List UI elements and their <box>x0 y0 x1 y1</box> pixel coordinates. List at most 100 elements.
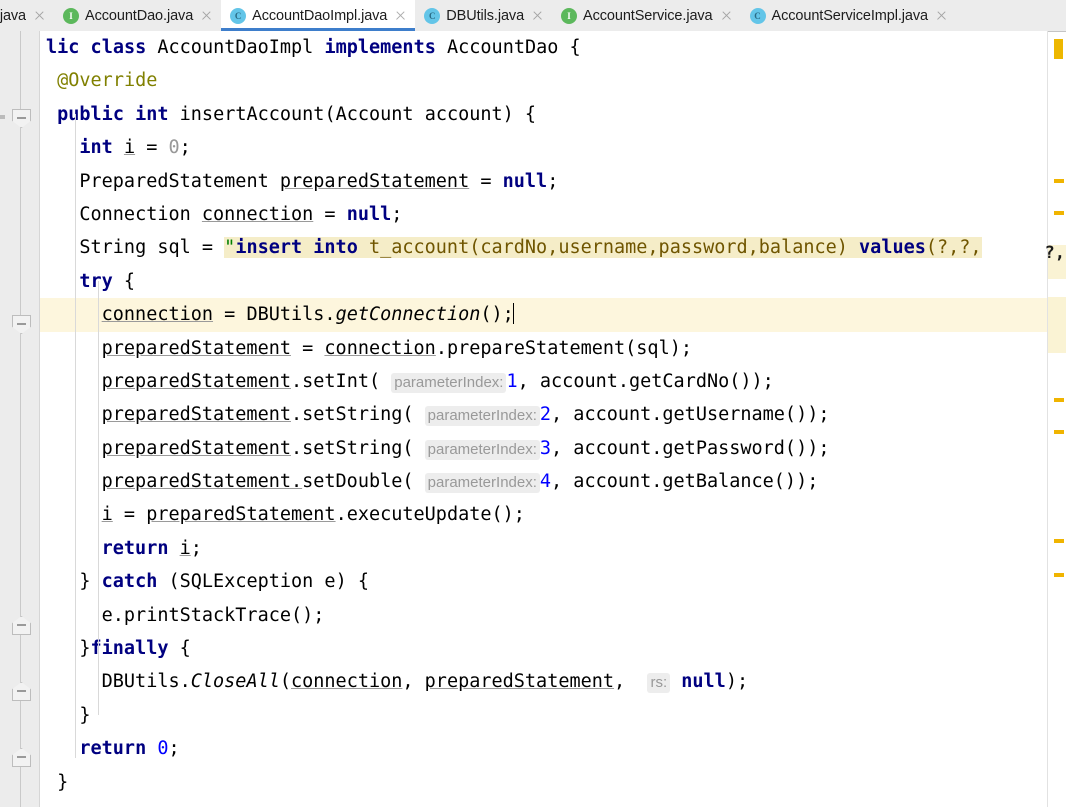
interface-icon: I <box>561 7 578 24</box>
inlay-hint-2: parameterIndex: <box>424 439 540 460</box>
close-tab-icon[interactable] <box>720 9 733 22</box>
code-line-content: connection = DBUtils.getConnection(); <box>101 303 515 326</box>
code-line[interactable]: lic class AccountDaoImpl implements Acco… <box>40 31 1048 64</box>
code-line[interactable]: Connection connection = null; <box>40 198 1048 231</box>
inlay-hint-4: rs: <box>647 673 671 694</box>
code-line[interactable]: preparedStatement.setDouble( parameterIn… <box>40 465 1048 498</box>
code-line[interactable]: } catch (SQLException e) { <box>40 565 1048 598</box>
code-line-content: } catch (SQLException e) { <box>79 571 369 593</box>
error-stripe-marker-bar[interactable]: ?, <box>1045 31 1066 807</box>
code-line-content: } <box>79 704 91 726</box>
code-line-content: try { <box>79 270 136 292</box>
code-line-content: DBUtils.CloseAll(connection, preparedSta… <box>101 671 749 694</box>
fold-minus-glyph <box>16 690 26 692</box>
code-line[interactable]: return 0; <box>40 732 1048 765</box>
code-line[interactable]: DBUtils.CloseAll(connection, preparedSta… <box>40 665 1048 698</box>
fold-minus-glyph <box>16 323 26 325</box>
warning-stripe-marker[interactable] <box>1054 573 1064 577</box>
code-line[interactable]: } <box>40 699 1048 732</box>
inlay-hint-3: parameterIndex: <box>424 473 540 494</box>
fold-region-end-icon[interactable] <box>12 748 31 767</box>
code-line[interactable]: }finally { <box>40 632 1048 665</box>
code-line-content: Connection connection = null; <box>79 203 403 225</box>
fold-minus-glyph <box>16 117 26 119</box>
close-tab-icon[interactable] <box>394 9 407 22</box>
code-line[interactable]: int i = 0; <box>40 131 1048 164</box>
code-line[interactable]: preparedStatement = connection.prepareSt… <box>40 332 1048 365</box>
code-line[interactable]: connection = DBUtils.getConnection(); <box>40 298 1048 332</box>
code-line-content: return 0; <box>79 738 180 760</box>
unresolved-marker-glyph[interactable]: ?, <box>1045 245 1065 262</box>
fold-collapse-icon[interactable] <box>12 315 31 334</box>
code-line[interactable]: i = preparedStatement.executeUpdate(); <box>40 498 1048 531</box>
fold-region-end-icon[interactable] <box>12 616 31 635</box>
indent-guide-0 <box>75 113 77 759</box>
editor-gutter[interactable] <box>0 31 40 807</box>
code-line[interactable]: String sql = "insert into t_account(card… <box>40 231 1048 264</box>
code-line-content: }finally { <box>79 638 191 660</box>
code-line[interactable]: } <box>40 766 1048 799</box>
class-icon: C <box>424 7 441 24</box>
inlay-hint-1: parameterIndex: <box>424 406 540 427</box>
close-tab-icon[interactable] <box>935 9 948 22</box>
code-line-content: PreparedStatement preparedStatement = nu… <box>79 170 559 192</box>
code-line-content: lic class AccountDaoImpl implements Acco… <box>46 37 581 58</box>
indent-guide-3 <box>97 648 99 715</box>
close-tab-icon[interactable] <box>200 9 213 22</box>
code-line[interactable]: try { <box>40 265 1048 298</box>
code-editor[interactable]: lic class AccountDaoImpl implements Acco… <box>0 31 1066 807</box>
code-line[interactable]: preparedStatement.setString( parameterIn… <box>40 432 1048 465</box>
editor-tab-accountdaoimpl-java[interactable]: C AccountDaoImpl.java <box>221 0 416 31</box>
gutter-edge-tick-1 <box>0 117 5 119</box>
code-line-content: preparedStatement.setDouble( parameterIn… <box>101 471 819 494</box>
editor-tab-bar[interactable]: Cnt.java I AccountDao.java C AccountDaoImpl.… <box>0 0 1066 32</box>
code-line[interactable]: return i; <box>40 532 1048 565</box>
code-line-content: String sql = "insert into t_account(card… <box>79 237 982 259</box>
code-line[interactable]: @Override <box>40 64 1048 97</box>
editor-tab-accountdao-java[interactable]: I AccountDao.java <box>54 0 222 31</box>
fold-minus-glyph <box>16 756 26 758</box>
editor-tab-accountserviceimpl-java[interactable]: C AccountServiceImpl.java <box>740 0 956 31</box>
code-line-content: preparedStatement = connection.prepareSt… <box>101 337 692 359</box>
marker-bar-separator <box>1048 31 1066 32</box>
code-line-content: e.printStackTrace(); <box>101 604 325 626</box>
editor-tab-nt-java[interactable]: Cnt.java <box>0 0 55 31</box>
tab-label: AccountServiceImpl.java <box>771 7 929 24</box>
warning-stripe-marker[interactable] <box>1054 39 1063 59</box>
class-icon: C <box>230 7 247 24</box>
tab-label: AccountDao.java <box>85 7 194 24</box>
fold-collapse-icon[interactable] <box>12 109 31 128</box>
warning-stripe-marker[interactable] <box>1054 179 1064 183</box>
close-tab-icon[interactable] <box>33 9 46 22</box>
editor-tab-accountservice-java[interactable]: I AccountService.java <box>552 0 741 31</box>
text-caret <box>512 303 515 325</box>
tab-label: AccountService.java <box>583 7 713 24</box>
source-code-area[interactable]: lic class AccountDaoImpl implements Acco… <box>40 31 1048 807</box>
code-line[interactable]: e.printStackTrace(); <box>40 599 1048 632</box>
interface-icon: I <box>63 7 80 24</box>
code-line-content: i = preparedStatement.executeUpdate(); <box>101 504 525 526</box>
marker-highlight-band-1 <box>1048 297 1066 353</box>
code-line-content: } <box>57 771 69 793</box>
code-line-content: public int insertAccount(Account account… <box>57 103 537 125</box>
close-tab-icon[interactable] <box>531 9 544 22</box>
code-line[interactable]: public int insertAccount(Account account… <box>40 98 1048 131</box>
warning-stripe-marker[interactable] <box>1054 539 1064 543</box>
code-line[interactable]: preparedStatement.setInt( parameterIndex… <box>40 365 1048 398</box>
code-line-content: preparedStatement.setString( parameterIn… <box>101 437 830 460</box>
code-line[interactable]: PreparedStatement preparedStatement = nu… <box>40 165 1048 198</box>
code-line[interactable]: preparedStatement.setString( parameterIn… <box>40 398 1048 431</box>
code-line-content: @Override <box>57 70 158 92</box>
warning-stripe-marker[interactable] <box>1054 211 1064 215</box>
fold-region-end-icon[interactable] <box>12 682 31 701</box>
tab-label: AccountDaoImpl.java <box>252 7 388 24</box>
inlay-hint-0: parameterIndex: <box>391 372 507 393</box>
code-line-content: return i; <box>101 537 202 559</box>
tab-label: DBUtils.java <box>446 7 525 24</box>
code-line-content: int i = 0; <box>79 137 191 159</box>
warning-stripe-marker[interactable] <box>1054 430 1064 434</box>
editor-tab-dbutils-java[interactable]: C DBUtils.java <box>415 0 553 31</box>
fold-minus-glyph <box>16 624 26 626</box>
warning-stripe-marker[interactable] <box>1054 398 1064 402</box>
idea-editor-window: Cnt.java I AccountDao.java C AccountDaoImpl.… <box>0 0 1066 807</box>
